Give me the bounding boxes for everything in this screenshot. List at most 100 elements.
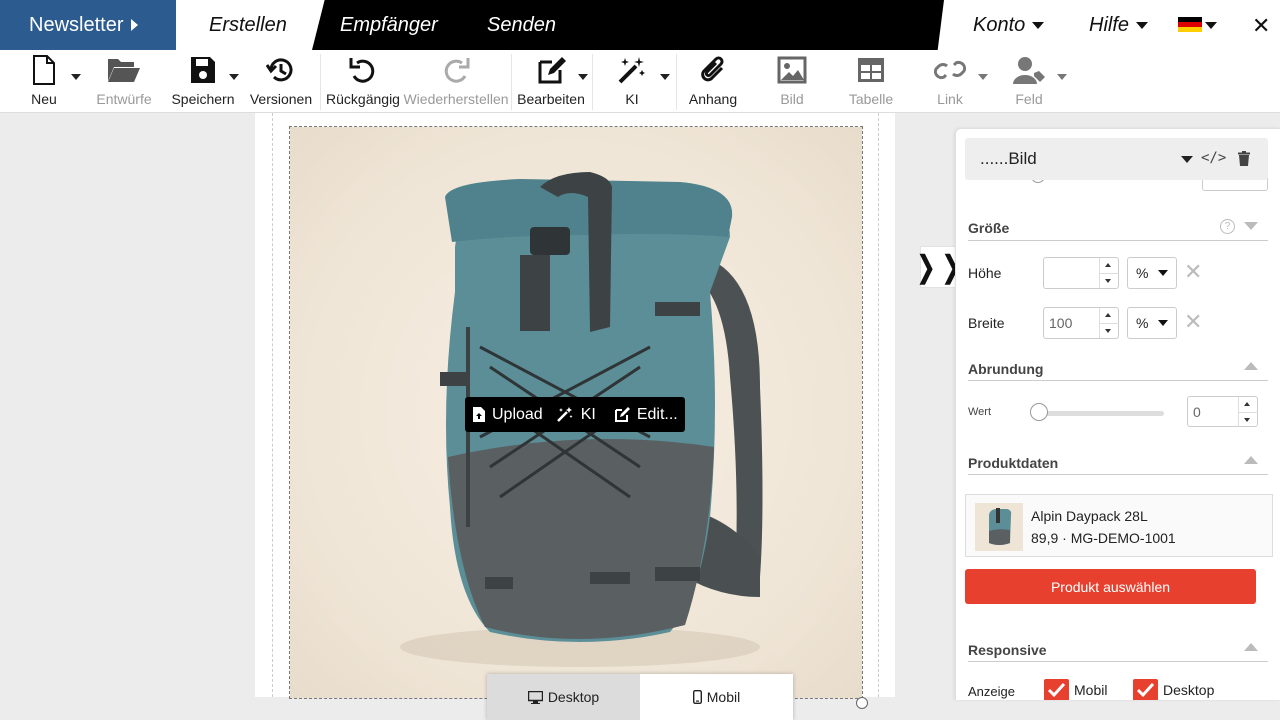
floppy-disk-icon [191,57,215,83]
chevron-down-icon [1136,21,1149,29]
rounding-slider-track[interactable] [1040,411,1164,416]
desktop-label: Desktop [547,689,600,705]
redo-button[interactable]: Wiederherstellen [403,50,509,113]
tab-senden[interactable]: Senden [487,0,556,50]
height-unit-select[interactable]: % [1127,257,1177,289]
edit-icon [614,407,630,422]
desktop-view-button[interactable]: Desktop [487,674,640,720]
link-label: Link [937,91,963,107]
ai-label: KI [625,91,639,107]
edit-dropdown-icon[interactable] [578,74,588,80]
height-input[interactable] [1043,257,1119,289]
edit-image-label: Edit... [636,405,678,423]
ai-dropdown-icon[interactable] [660,74,670,80]
file-upload-icon [473,407,485,422]
help-icon[interactable]: ? [1220,219,1235,234]
new-button[interactable]: Neu [22,50,66,113]
ai-image-button[interactable]: KI [556,405,596,424]
field-label: Feld [1015,91,1043,107]
table-label: Tabelle [848,91,894,107]
chevron-down-icon [1181,156,1193,163]
top-nav: Newsletter Erstellen Empfänger Senden Ko… [0,0,1280,50]
mobile-icon [692,690,702,704]
height-stepper[interactable] [1099,258,1119,288]
width-label: Breite [968,315,1005,331]
ai-button[interactable]: KI [612,50,652,113]
collapse-panel-button[interactable]: ❭❭ [913,246,964,288]
width-unit-value: % [1136,315,1149,331]
collapse-section-icon[interactable] [1244,643,1258,651]
ai-image-label: KI [580,405,596,423]
product-name: Alpin Daypack 28L [1031,508,1148,524]
language-chevron-icon[interactable] [1205,22,1217,29]
rounding-input[interactable]: 0 [1187,396,1258,427]
german-flag-icon[interactable] [1178,17,1202,32]
undo-button[interactable]: Rückgängig [326,50,400,113]
rounding-stepper[interactable] [1238,397,1258,427]
table-button[interactable]: Tabelle [846,50,896,113]
edit-icon [538,57,566,84]
display-label: Anzeige [968,684,1015,699]
checkmark-icon [1047,682,1066,698]
tab-label: Empfänger [340,13,438,36]
save-dropdown-icon[interactable] [229,74,239,80]
width-input[interactable]: 100 [1043,307,1119,339]
image-button[interactable]: Bild [772,50,812,113]
help-menu[interactable]: Hilfe [1089,0,1149,50]
drafts-button[interactable]: Entwürfe [94,50,154,113]
mobile-label: Mobil [706,689,741,705]
attachment-label: Anhang [688,91,738,107]
folder-open-icon [108,59,140,82]
user-tag-icon [1013,57,1045,84]
desktop-checkbox[interactable] [1133,679,1158,700]
collapse-section-icon[interactable] [1244,362,1258,370]
save-button[interactable]: Speichern [170,50,236,113]
redo-icon [444,58,470,83]
file-icon [33,55,55,85]
clear-height-icon[interactable]: ✕ [1184,259,1202,285]
width-stepper[interactable] [1099,308,1119,338]
expand-section-icon[interactable] [1244,222,1258,230]
image-resize-handle[interactable] [856,697,868,709]
redo-label: Wiederherstellen [403,91,509,107]
section-divider [968,474,1268,475]
upload-button[interactable]: Upload [473,406,543,424]
account-menu[interactable]: Konto [973,0,1045,50]
tab-erstellen[interactable]: Erstellen [176,0,326,50]
mobile-view-button[interactable]: Mobil [640,674,793,720]
separator [511,54,512,110]
link-dropdown-icon[interactable] [978,74,988,80]
section-title-size: Größe [968,220,1010,236]
properties-panel: ......Bild </> Größe ? Höhe % ✕ Breite 1… [955,128,1280,700]
versions-button[interactable]: Versionen [250,50,312,113]
field-button[interactable]: Feld [1009,50,1049,113]
section-divider [968,380,1268,381]
edit-button[interactable]: Bearbeiten [517,50,585,113]
code-icon[interactable]: </> [1201,150,1226,166]
attachment-button[interactable]: Anhang [686,50,740,113]
link-button[interactable]: Link [930,50,970,113]
rounding-value: 0 [1193,403,1201,420]
collapse-section-icon[interactable] [1244,456,1258,464]
new-dropdown-icon[interactable] [71,74,81,80]
clear-width-icon[interactable]: ✕ [1184,309,1202,335]
history-icon [266,58,293,82]
element-selector[interactable]: ......Bild </> [965,138,1268,180]
width-unit-select[interactable]: % [1127,307,1177,339]
select-product-button[interactable]: Produkt auswählen [965,569,1256,604]
chevron-down-icon [1032,21,1045,29]
rounding-slider-knob[interactable] [1030,403,1048,421]
product-card[interactable]: Alpin Daypack 28L 89,9 · MG-DEMO-1001 [965,494,1273,557]
tab-label: Senden [487,13,556,36]
drafts-label: Entwürfe [96,91,152,107]
field-dropdown-icon[interactable] [1057,74,1067,80]
trash-icon[interactable] [1238,151,1250,166]
newsletter-menu[interactable]: Newsletter [0,0,176,50]
height-label: Höhe [968,265,1002,281]
magic-wand-icon [618,57,645,84]
tab-empfaenger[interactable]: Empfänger [340,0,438,50]
section-title-rounding: Abrundung [968,361,1044,377]
edit-image-button[interactable]: Edit... [614,406,678,424]
close-icon[interactable]: ✕ [1252,13,1270,39]
mobile-checkbox[interactable] [1044,679,1069,700]
